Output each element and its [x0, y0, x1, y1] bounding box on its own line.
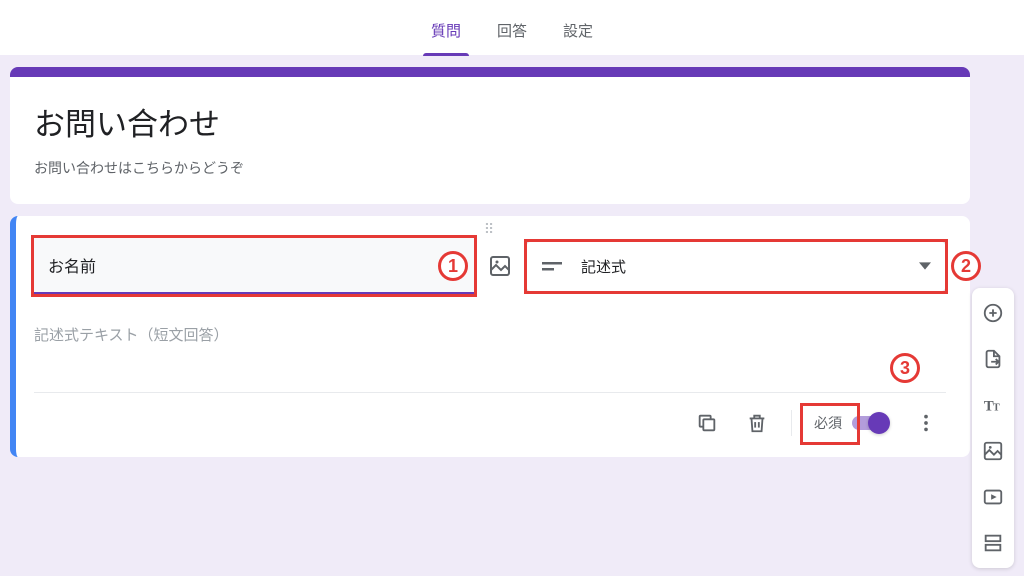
tab-responses[interactable]: 回答 [491, 10, 533, 55]
add-image-icon[interactable] [488, 254, 512, 278]
import-questions-button[interactable] [976, 340, 1010, 378]
question-title-box: 1 [34, 238, 474, 294]
content-area: お問い合わせ お問い合わせはこちらからどうぞ ⠿ 1 [0, 55, 1024, 457]
delete-button[interactable] [737, 403, 777, 443]
drag-handle-icon[interactable]: ⠿ [34, 224, 946, 238]
question-type-dropdown[interactable]: 記述式 2 [526, 241, 946, 292]
editor-tabs: 質問 回答 設定 [0, 0, 1024, 55]
question-header-row: 1 記述式 [34, 238, 946, 294]
duplicate-button[interactable] [687, 403, 727, 443]
answer-placeholder: 記述式テキスト（短文回答） [34, 298, 536, 356]
question-footer: 必須 3 [34, 393, 946, 443]
form-title[interactable]: お問い合わせ [34, 99, 946, 144]
chevron-down-icon [919, 257, 931, 275]
required-toggle[interactable] [852, 416, 888, 430]
form-header-card: お問い合わせ お問い合わせはこちらからどうぞ [10, 67, 970, 204]
side-toolbar: T T [972, 288, 1014, 568]
annotation-badge-3: 3 [890, 353, 920, 383]
question-type-label: 記述式 [581, 256, 626, 277]
form-description[interactable]: お問い合わせはこちらからどうぞ [34, 158, 946, 178]
annotation-badge-2: 2 [951, 251, 981, 281]
more-options-button[interactable] [906, 403, 946, 443]
add-section-button[interactable] [976, 524, 1010, 562]
add-image-button[interactable] [976, 432, 1010, 470]
short-answer-icon [541, 260, 567, 272]
question-card: ⠿ 1 記述 [10, 216, 970, 457]
annotation-badge-1: 1 [438, 251, 468, 281]
add-question-button[interactable] [976, 294, 1010, 332]
add-video-button[interactable] [976, 478, 1010, 516]
required-group: 必須 [806, 409, 896, 437]
svg-text:T: T [993, 403, 1000, 414]
question-title-input[interactable] [34, 238, 474, 294]
footer-separator [791, 410, 792, 436]
tab-questions[interactable]: 質問 [425, 10, 467, 55]
required-label: 必須 [814, 413, 842, 433]
tab-settings[interactable]: 設定 [557, 10, 599, 55]
add-title-button[interactable]: T T [976, 386, 1010, 424]
